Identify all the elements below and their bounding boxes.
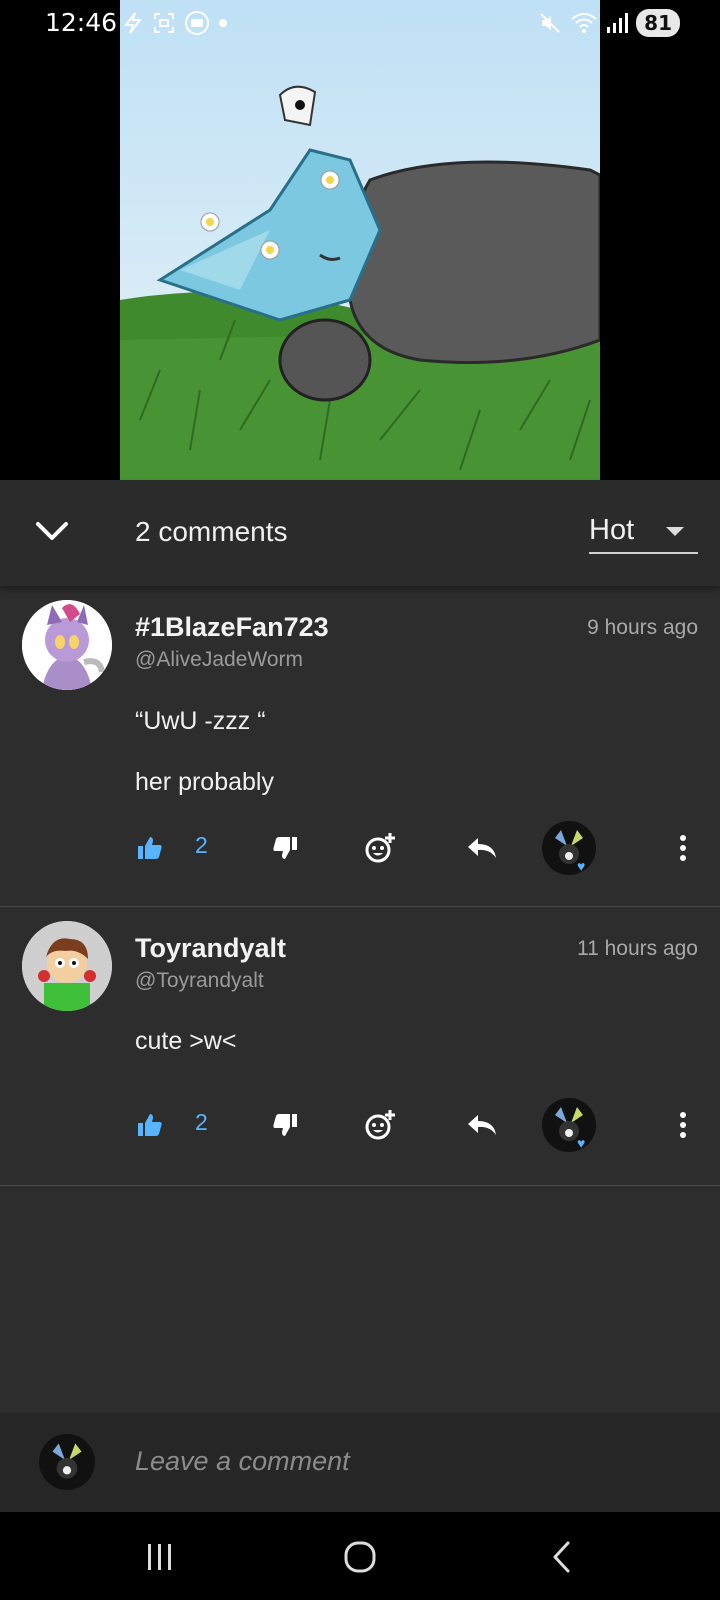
post-artwork[interactable]: [120, 0, 600, 480]
more-options-button[interactable]: [665, 818, 701, 878]
sort-selected: Hot: [589, 514, 635, 546]
comments-header: 2 comments Hot: [0, 480, 720, 586]
system-nav-bar: [0, 1512, 720, 1600]
reply-button[interactable]: [460, 818, 504, 878]
home-button[interactable]: [330, 1532, 390, 1582]
back-icon: [553, 1541, 570, 1573]
comment-handle[interactable]: @AliveJadeWorm: [135, 648, 303, 672]
like-button[interactable]: [130, 1095, 170, 1155]
comment-timestamp: 11 hours ago: [576, 937, 698, 960]
wifi-icon: [571, 13, 597, 33]
screenshot-icon: [154, 13, 174, 33]
heart-icon: ♥: [577, 858, 586, 874]
reply-button[interactable]: [460, 1095, 504, 1155]
signal-icon: [607, 13, 629, 33]
dot-icon: [219, 19, 227, 27]
avatar[interactable]: [22, 921, 112, 1011]
like-count: 2: [195, 1109, 208, 1135]
more-vertical-icon: [680, 835, 686, 861]
add-reaction-icon: [365, 1110, 395, 1140]
avatar[interactable]: [22, 600, 112, 690]
status-bar: 12:46 81: [0, 0, 720, 48]
heart-icon: ♥: [577, 1135, 586, 1151]
comment-actions: 2 ♥: [0, 818, 720, 878]
battery-level: 81: [636, 9, 680, 37]
status-time: 12:46: [45, 8, 118, 37]
comment-timestamp: 9 hours ago: [587, 616, 698, 639]
comment-count: 2 comments: [135, 516, 288, 547]
thumbs-up-icon: [138, 1114, 162, 1136]
chevron-down-icon: [36, 522, 68, 540]
status-icons-right: 81: [538, 9, 680, 37]
comment-composer: [0, 1413, 720, 1512]
recent-apps-button[interactable]: [130, 1532, 190, 1582]
comment-item: Toyrandyalt @Toyrandyalt 11 hours ago cu…: [0, 907, 720, 1186]
thumbs-down-icon: [273, 837, 297, 859]
react-button[interactable]: [358, 1095, 402, 1155]
status-icons-left: [122, 10, 228, 36]
comment-item: #1BlazeFan723 @AliveJadeWorm 9 hours ago…: [0, 586, 720, 907]
comment-handle[interactable]: @Toyrandyalt: [135, 969, 264, 993]
comment-body-line: cute >w<: [135, 1027, 237, 1055]
comment-actions: 2 ♥: [0, 1095, 720, 1155]
current-user-avatar[interactable]: [38, 1433, 96, 1491]
home-icon: [344, 1541, 376, 1573]
reply-icon: [468, 838, 496, 858]
media-icon: [185, 11, 209, 35]
like-button[interactable]: [130, 818, 170, 878]
react-button[interactable]: [358, 818, 402, 878]
add-reaction-icon: [365, 833, 395, 863]
more-options-button[interactable]: [665, 1095, 701, 1155]
dislike-button[interactable]: [265, 818, 305, 878]
comments-panel: 2 comments Hot #1BlazeFan723 @AliveJadeW…: [0, 480, 720, 1512]
reply-icon: [468, 1115, 496, 1135]
caret-down-icon: [666, 527, 684, 536]
thumbs-down-icon: [273, 1114, 297, 1136]
comment-body-line: “UwU -zzz “: [135, 707, 266, 735]
comment-body-line: her probably: [135, 768, 274, 796]
comment-author[interactable]: #1BlazeFan723: [135, 612, 329, 643]
current-user-avatar[interactable]: ♥: [541, 1097, 597, 1153]
more-vertical-icon: [680, 1112, 686, 1138]
recent-apps-icon: [148, 1544, 171, 1570]
thumbs-up-icon: [138, 837, 162, 859]
like-count: 2: [195, 832, 208, 858]
collapse-button[interactable]: [30, 508, 74, 552]
comment-input[interactable]: [135, 1441, 675, 1481]
comment-author[interactable]: Toyrandyalt: [135, 933, 286, 964]
dislike-button[interactable]: [265, 1095, 305, 1155]
sort-dropdown[interactable]: Hot: [589, 510, 698, 554]
bolt-icon: [124, 12, 143, 34]
current-user-avatar[interactable]: ♥: [541, 820, 597, 876]
mute-icon: [540, 13, 560, 33]
back-button[interactable]: [532, 1532, 592, 1582]
post-image-area: [0, 0, 720, 480]
